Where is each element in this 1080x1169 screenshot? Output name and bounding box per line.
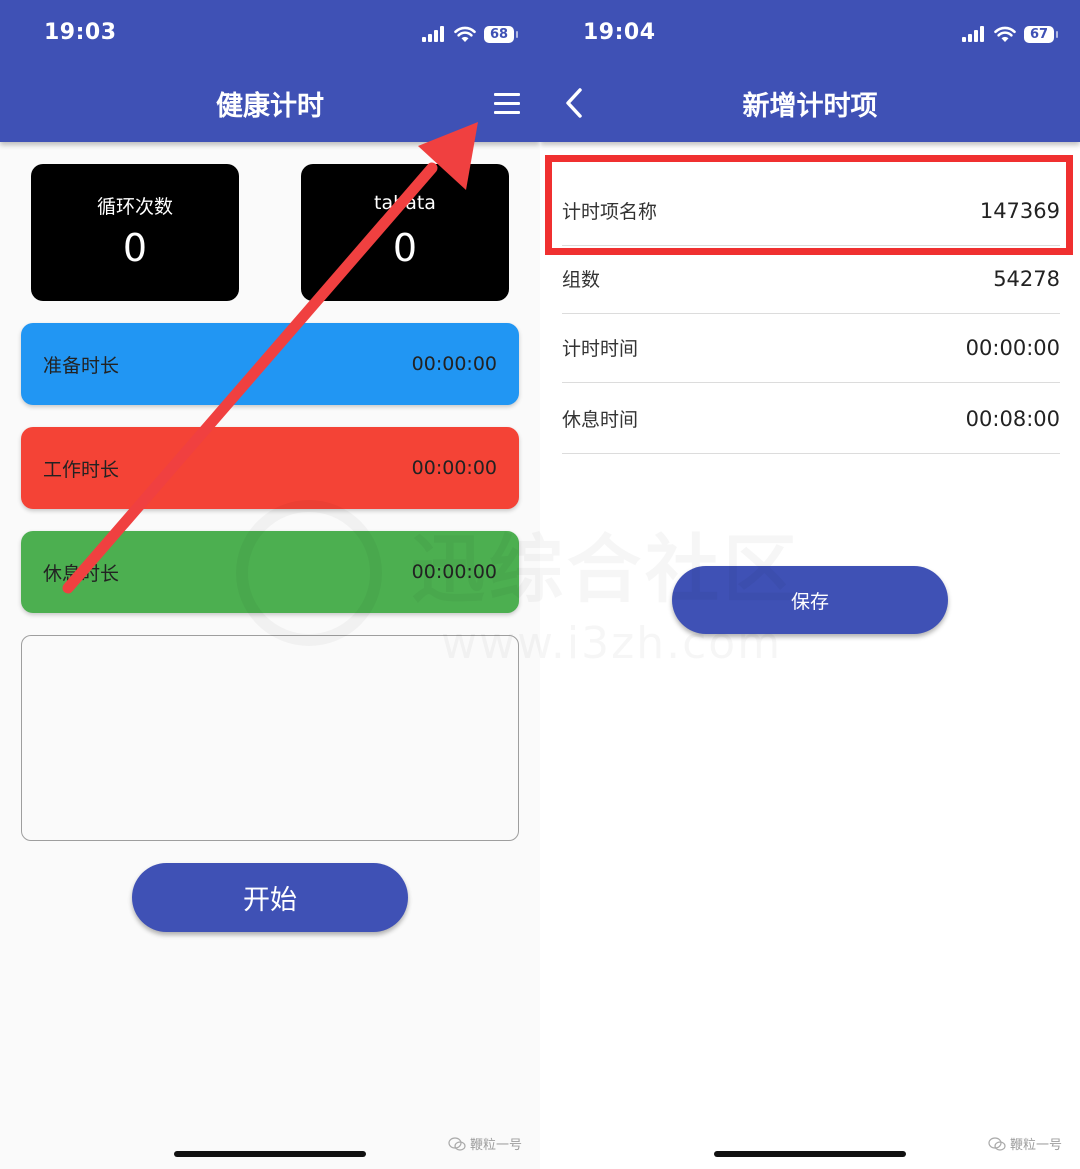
form-row-timer-time[interactable]: 计时时间 00:00:00	[562, 313, 1060, 383]
save-button[interactable]: 保存	[672, 566, 948, 634]
page-title: 健康计时	[216, 91, 324, 122]
field-value: 00:00:00	[965, 335, 1060, 360]
work-duration-bar[interactable]: 工作时长 00:00:00	[21, 427, 519, 509]
home-indicator	[174, 1151, 366, 1157]
field-label: 休息时间	[562, 409, 639, 431]
source-watermark: 鞭粒一号	[988, 1134, 1062, 1153]
phase-label: 工作时长	[43, 458, 120, 481]
cycle-count-card: 循环次数 0	[31, 164, 239, 301]
watermark-text: 鞭粒一号	[1009, 1138, 1062, 1153]
rest-duration-bar[interactable]: 休息时长 00:00:00	[21, 531, 519, 613]
signal-icon	[962, 26, 984, 42]
red-highlight-annotation	[545, 155, 1073, 255]
field-value: 54278	[993, 266, 1060, 291]
battery-icon: 68	[484, 25, 518, 43]
field-label: 计时时间	[562, 338, 639, 360]
prepare-duration-bar[interactable]: 准备时长 00:00:00	[21, 323, 519, 405]
status-time: 19:04	[583, 20, 656, 45]
tabata-count-card: tabata 0	[301, 164, 509, 301]
stat-value: 0	[392, 226, 418, 270]
log-text-area[interactable]	[21, 635, 519, 841]
comparison-screenshot: 19:03 68 健康计时 循环次数 0 tabata 0 准备时长 00:00…	[0, 0, 1080, 1169]
phase-time: 00:00:00	[411, 457, 497, 479]
field-label: 组数	[562, 269, 601, 291]
status-icons: 67	[962, 22, 1058, 46]
phase-label: 准备时长	[43, 354, 120, 377]
app-bar: 19:03 68 健康计时	[0, 0, 540, 142]
stat-label: 循环次数	[96, 196, 173, 218]
home-indicator	[714, 1151, 906, 1157]
phase-time: 00:00:00	[411, 561, 497, 583]
form-row-rest-time[interactable]: 休息时间 00:08:00	[562, 384, 1060, 454]
wechat-icon	[448, 1136, 466, 1151]
status-icons: 68	[422, 22, 518, 46]
app-bar: 19:04 67 新增计时项	[540, 0, 1080, 142]
stat-value: 0	[122, 226, 148, 270]
watermark-text: 鞭粒一号	[469, 1138, 522, 1153]
source-watermark: 鞭粒一号	[448, 1134, 522, 1153]
status-time: 19:03	[44, 20, 117, 45]
signal-icon	[422, 26, 444, 42]
field-value: 00:08:00	[965, 406, 1060, 431]
stat-label: tabata	[374, 192, 436, 214]
wifi-icon	[994, 26, 1016, 42]
phase-time: 00:00:00	[411, 353, 497, 375]
timer-home-screen: 19:03 68 健康计时 循环次数 0 tabata 0 准备时长 00:00…	[0, 0, 540, 1169]
wechat-icon	[988, 1136, 1006, 1151]
start-button[interactable]: 开始	[132, 863, 408, 932]
page-title: 新增计时项	[742, 91, 878, 122]
menu-icon[interactable]	[494, 93, 520, 115]
phase-label: 休息时长	[43, 562, 120, 585]
battery-icon: 67	[1024, 25, 1058, 43]
wifi-icon	[454, 26, 476, 42]
